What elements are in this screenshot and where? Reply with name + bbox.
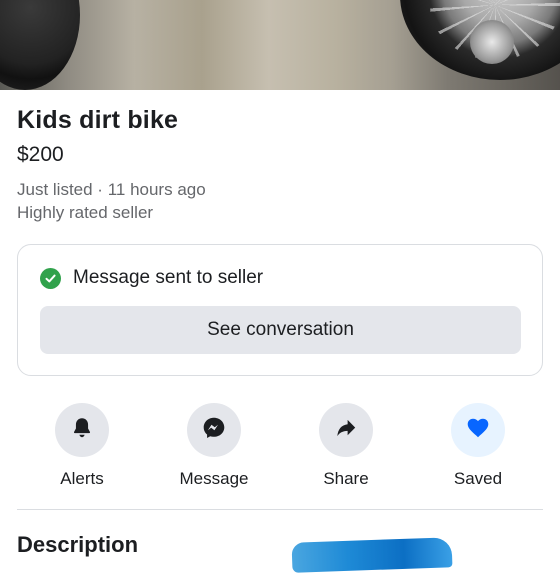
message-icon-circle[interactable]	[187, 403, 241, 457]
see-conversation-button[interactable]: See conversation	[40, 306, 521, 354]
message-label: Message	[179, 469, 249, 488]
share-arrow-icon	[333, 415, 359, 446]
share-button[interactable]: Share	[291, 403, 401, 489]
listing-price: $200	[17, 143, 64, 166]
listing-photo[interactable]	[0, 0, 560, 90]
saved-button[interactable]: Saved	[423, 403, 533, 489]
message-status-row: Message sent to seller	[40, 267, 263, 289]
saved-label: Saved	[453, 469, 503, 488]
seller-badge: Highly rated seller	[17, 203, 154, 222]
redaction-scribble	[291, 537, 453, 573]
heart-icon	[465, 415, 491, 446]
alerts-button[interactable]: Alerts	[27, 403, 137, 489]
share-icon-circle[interactable]	[319, 403, 373, 457]
share-label: Share	[323, 469, 369, 488]
bell-icon	[69, 415, 95, 446]
saved-icon-circle[interactable]	[451, 403, 505, 457]
alerts-icon-circle[interactable]	[55, 403, 109, 457]
listing-title: Kids dirt bike	[17, 106, 179, 134]
message-button[interactable]: Message	[159, 403, 269, 489]
messenger-icon	[201, 415, 227, 446]
wheel-hub	[470, 20, 514, 64]
section-divider	[17, 509, 543, 510]
listed-time: Just listed · 11 hours ago	[17, 180, 206, 199]
tire-left	[0, 0, 80, 90]
message-sent-card: Message sent to seller See conversation	[17, 244, 543, 376]
alerts-label: Alerts	[60, 469, 104, 488]
message-status-text: Message sent to seller	[73, 267, 264, 288]
description-heading: Description	[17, 532, 139, 557]
check-circle-icon	[40, 267, 61, 289]
